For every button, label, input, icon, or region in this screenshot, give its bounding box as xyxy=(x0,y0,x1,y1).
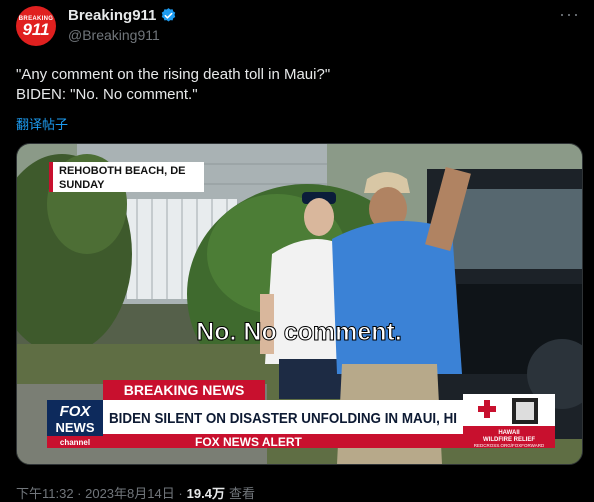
views-label: 查看 xyxy=(228,486,255,501)
fox-news-alert: FOX NEWS ALERT xyxy=(195,435,303,449)
tweet-meta: 下午11:32 · 2023年8月14日 · 19.4万 查看 xyxy=(16,483,255,502)
location-line-1: REHOBOTH BEACH, DE xyxy=(59,165,186,177)
tweet-text-line-2: BIDEN: "No. No comment." xyxy=(16,86,198,103)
verified-badge-icon xyxy=(162,8,176,22)
breaking-news-label: BREAKING NEWS xyxy=(124,382,245,398)
fox-logo-bottom: channel xyxy=(60,438,90,447)
author-name-row[interactable]: Breaking911 xyxy=(68,7,177,24)
post-time[interactable]: 下午11:32 · 2023年8月14日 · xyxy=(16,483,183,502)
tweet-text-line-1: "Any comment on the rising death toll in… xyxy=(16,66,331,83)
location-line-2: SUNDAY xyxy=(59,179,105,191)
video-player[interactable]: REHOBOTH BEACH, DE SUNDAY No. No comment… xyxy=(16,143,583,465)
video-frame: REHOBOTH BEACH, DE SUNDAY No. No comment… xyxy=(17,144,582,464)
avatar[interactable]: BREAKING 911 xyxy=(16,6,56,46)
translate-post-link[interactable]: 翻译帖子 xyxy=(16,114,68,133)
more-options-ellipsis-icon[interactable]: ··· xyxy=(559,4,580,25)
fox-logo-mid: NEWS xyxy=(56,420,95,435)
author-handle[interactable]: @Breaking911 xyxy=(68,27,160,43)
video-caption: No. No comment. xyxy=(196,318,402,346)
relief-line-1: HAWAII xyxy=(498,430,520,436)
fox-logo-top: FOX xyxy=(60,403,92,420)
view-count: 19.4万 xyxy=(186,486,225,501)
headline-text: BIDEN SILENT ON DISASTER UNFOLDING IN MA… xyxy=(109,410,457,427)
tweet-text: "Any comment on the rising death toll in… xyxy=(16,65,576,105)
author-name[interactable]: Breaking911 xyxy=(68,7,156,24)
relief-url: REDCROSS.ORG/FOXFORWARD xyxy=(474,443,545,448)
avatar-big-text: 911 xyxy=(22,20,50,39)
